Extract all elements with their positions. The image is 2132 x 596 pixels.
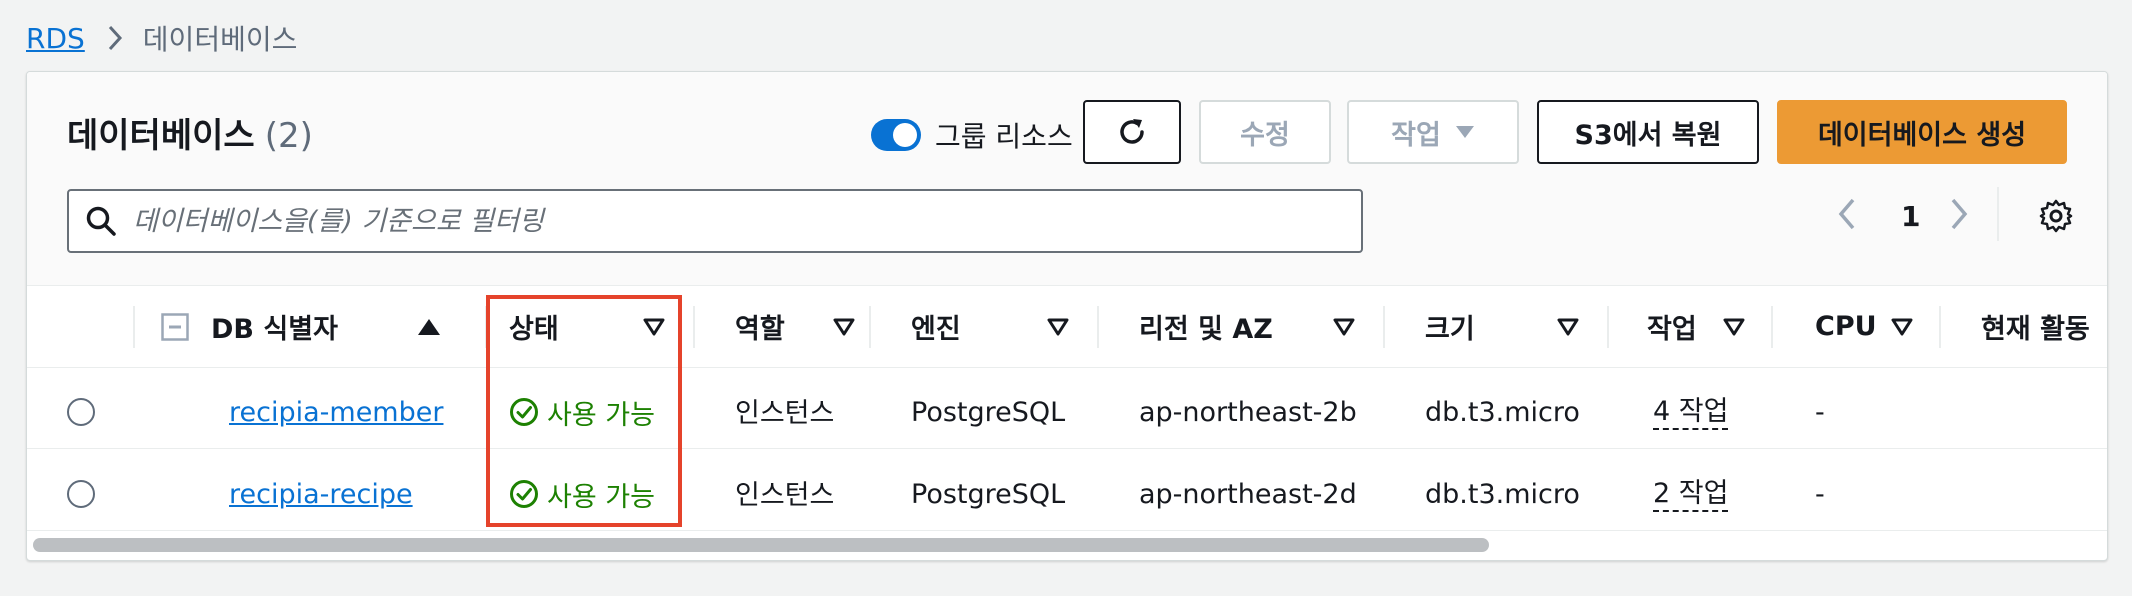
page-title: 데이터베이스 (2)	[67, 108, 313, 157]
group-resources-toggle[interactable]: 그룹 리소스	[871, 115, 1073, 155]
region-az-cell: ap-northeast-2d	[1139, 478, 1357, 510]
databases-panel: 데이터베이스 (2) 그룹 리소스 수정 작업 S3에서 복원 데이터베이스 생…	[26, 71, 2108, 561]
column-label: CPU	[1815, 311, 1877, 342]
column-label: 엔진	[911, 314, 961, 345]
gear-icon[interactable]	[2039, 199, 2073, 233]
previous-page-icon[interactable]	[1837, 197, 1857, 231]
chevron-right-icon	[107, 25, 123, 51]
actions-button[interactable]: 작업	[1347, 100, 1519, 164]
search-icon	[85, 205, 117, 237]
create-database-label: 데이터베이스 생성	[1817, 119, 2027, 151]
restore-s3-label: S3에서 복원	[1574, 119, 1722, 151]
column-header-db-identifier[interactable]: DB 식별자	[161, 286, 361, 367]
current-page[interactable]: 1	[1901, 200, 1920, 233]
column-label: 크기	[1425, 314, 1475, 345]
sort-ascending-icon[interactable]	[417, 286, 441, 367]
toggle-label: 그룹 리소스	[935, 120, 1073, 153]
db-identifier-link[interactable]: recipia-member	[229, 392, 443, 432]
cpu-cell: -	[1815, 478, 1825, 510]
engine-cell: PostgreSQL	[911, 478, 1066, 510]
select-all-icon[interactable]	[161, 312, 189, 341]
filter-icon[interactable]	[1333, 286, 1355, 367]
pager-divider	[1997, 187, 1999, 241]
restore-from-s3-button[interactable]: S3에서 복원	[1537, 100, 1759, 164]
row-select-radio[interactable]	[67, 480, 95, 508]
column-header-cpu[interactable]: CPU	[1815, 286, 1877, 367]
breadcrumb-current: 데이터베이스	[142, 23, 298, 56]
toggle-switch[interactable]	[871, 119, 921, 151]
size-cell: db.t3.micro	[1425, 478, 1580, 510]
modify-label: 수정	[1240, 119, 1290, 151]
horizontal-scrollbar[interactable]	[33, 538, 1489, 552]
actions-count[interactable]: 4 작업	[1653, 390, 1729, 430]
modify-button[interactable]: 수정	[1199, 100, 1331, 164]
caret-down-icon	[1455, 125, 1475, 139]
role-cell: 인스턴스	[735, 479, 835, 511]
column-header-role[interactable]: 역할	[735, 286, 785, 367]
filter-icon[interactable]	[1723, 286, 1745, 367]
breadcrumb: RDS 데이터베이스	[26, 18, 297, 58]
search-input[interactable]	[131, 204, 1361, 238]
title-text: 데이터베이스	[67, 116, 255, 156]
filter-icon[interactable]	[1557, 286, 1579, 367]
column-label: 리전 및 AZ	[1139, 314, 1273, 345]
engine-cell: PostgreSQL	[911, 396, 1066, 428]
column-header-current-activity[interactable]: 현재 활동	[1981, 286, 2090, 367]
panel-header: 데이터베이스 (2) 그룹 리소스 수정 작업 S3에서 복원 데이터베이스 생…	[27, 72, 2107, 286]
refresh-icon	[1115, 115, 1149, 149]
region-az-cell: ap-northeast-2b	[1139, 396, 1357, 428]
column-header-region-az[interactable]: 리전 및 AZ	[1139, 286, 1273, 367]
next-page-icon[interactable]	[1949, 197, 1969, 231]
role-cell: 인스턴스	[735, 397, 835, 429]
column-label: 역할	[735, 314, 785, 345]
title-count: (2)	[264, 116, 313, 156]
create-database-button[interactable]: 데이터베이스 생성	[1777, 100, 2067, 164]
filter-icon[interactable]	[1891, 286, 1913, 367]
filter-icon[interactable]	[833, 286, 855, 367]
column-label: 현재 활동	[1981, 314, 2090, 345]
db-identifier-link[interactable]: recipia-recipe	[229, 474, 413, 514]
column-header-actions[interactable]: 작업	[1647, 286, 1697, 367]
filter-icon[interactable]	[1047, 286, 1069, 367]
breadcrumb-rds-link[interactable]: RDS	[26, 22, 85, 55]
row-select-radio[interactable]	[67, 398, 95, 426]
column-label: 작업	[1647, 314, 1697, 345]
refresh-button[interactable]	[1083, 100, 1181, 164]
cpu-cell: -	[1815, 396, 1825, 428]
search-field[interactable]	[67, 189, 1363, 253]
actions-count[interactable]: 2 작업	[1653, 472, 1729, 512]
actions-label: 작업	[1391, 119, 1441, 151]
column-header-engine[interactable]: 엔진	[911, 286, 961, 367]
status-column-highlight	[486, 295, 682, 527]
size-cell: db.t3.micro	[1425, 396, 1580, 428]
column-label: DB 식별자	[211, 314, 338, 345]
column-header-size[interactable]: 크기	[1425, 286, 1475, 367]
